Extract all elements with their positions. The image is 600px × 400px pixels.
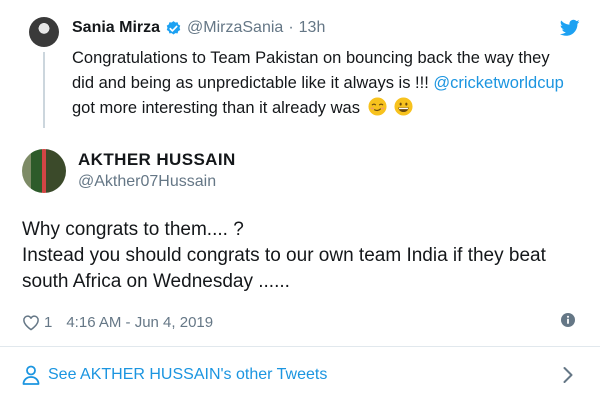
tweet-text-line: Why congrats to them.... ? [22,219,244,240]
quoted-author-name[interactable]: Sania Mirza [72,19,160,37]
quoted-tweet-text: Congratulations to Team Pakistan on boun… [72,46,582,121]
other-tweets-link-text[interactable]: See AKTHER HUSSAIN's other Tweets [48,366,327,384]
quoted-author-handle[interactable]: @MirzaSania [187,19,283,37]
profile-icon [22,365,40,385]
author-name[interactable]: AKTHER HUSSAIN [78,150,236,170]
quoted-text-line: did and being as unpredictable like it a… [72,71,582,96]
smirk-face-emoji-icon [368,97,387,116]
author-handle[interactable]: @Akther07Hussain [78,173,216,191]
heart-icon[interactable] [22,314,40,331]
thread-line [43,52,45,128]
quoted-text-segment: did and being as unpredictable like it a… [72,74,434,92]
quoted-tweet-time[interactable]: 13h [299,19,326,37]
tweet-text: Why congrats to them.... ? Instead you s… [22,217,592,295]
separator-dot: · [288,19,294,36]
footer-divider [0,346,600,347]
mention-link[interactable]: @cricketworldcup [433,74,563,92]
grinning-face-emoji-icon [394,97,413,116]
other-tweets-link[interactable]: See AKTHER HUSSAIN's other Tweets [22,364,327,386]
info-icon[interactable] [561,313,575,327]
tweet-text-line: south Africa on Wednesday ...... [22,271,290,292]
verified-badge-icon [166,20,181,35]
chevron-right-icon[interactable] [562,366,574,384]
twitter-bird-icon[interactable] [560,19,580,37]
quoted-tweet-header: Sania Mirza @MirzaSania · 13h [72,17,325,39]
tweet-text-line: Instead you should congrats to our own t… [22,245,546,266]
tweet-timestamp[interactable]: 4:16 AM - Jun 4, 2019 [66,314,213,331]
quoted-author-avatar[interactable] [29,17,59,47]
tweet-actions: 1 4:16 AM - Jun 4, 2019 [22,312,213,332]
quoted-text-line: got more interesting than it already was [72,96,582,121]
like-count[interactable]: 1 [44,314,52,331]
quoted-text-segment: got more interesting than it already was [72,99,360,117]
embedded-tweet-card: Sania Mirza @MirzaSania · 13h Congratula… [0,0,600,400]
author-avatar[interactable] [22,149,66,193]
quoted-text-line: Congratulations to Team Pakistan on boun… [72,49,550,67]
